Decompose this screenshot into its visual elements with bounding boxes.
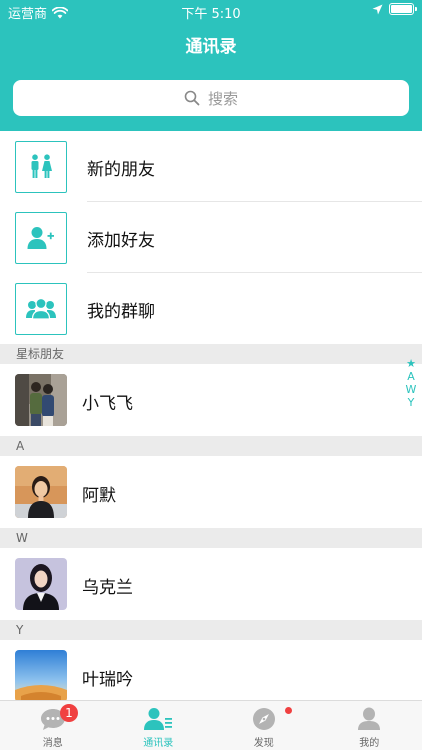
group-icon — [26, 298, 56, 320]
contact-row[interactable]: 小飞飞 — [0, 364, 422, 436]
person-icon — [358, 707, 381, 730]
new-friends-icon-box — [15, 141, 67, 193]
search-placeholder: 搜索 — [207, 89, 238, 108]
search-icon — [184, 90, 200, 106]
avatar — [15, 558, 67, 610]
contact-row[interactable]: 乌克兰 — [0, 548, 422, 620]
contact-name: 阿默 — [82, 486, 116, 506]
compass-icon — [252, 708, 275, 730]
add-friend-row[interactable]: 添加好友 — [0, 202, 422, 273]
index-star[interactable]: ★ — [406, 357, 416, 370]
contacts-icon — [144, 708, 173, 730]
section-header-w: W — [0, 528, 422, 548]
contacts-list: 新的朋友 添加好友 我的群聊 星标朋友 小飞飞 A 阿默 W 乌克兰 Y 叶瑞吟 — [0, 131, 422, 712]
search-bar[interactable]: 搜索 — [13, 80, 409, 116]
page-title: 通讯录 — [185, 37, 237, 57]
tab-messages[interactable]: 1 消息 — [0, 701, 106, 750]
unread-badge: 1 — [60, 704, 78, 722]
contact-row[interactable]: 阿默 — [0, 456, 422, 528]
index-a[interactable]: A — [407, 370, 415, 383]
tab-contacts[interactable]: 通讯录 — [106, 701, 212, 750]
my-groups-row[interactable]: 我的群聊 — [0, 273, 422, 344]
avatar — [15, 466, 67, 518]
contact-name: 叶瑞吟 — [82, 670, 133, 690]
status-time: 下午 5:10 — [181, 7, 241, 22]
avatar — [15, 650, 67, 702]
tab-discover[interactable]: 发现 — [211, 701, 317, 750]
index-y[interactable]: Y — [408, 396, 415, 409]
new-friends-label: 新的朋友 — [87, 160, 155, 180]
add-friend-label: 添加好友 — [87, 231, 155, 251]
battery-icon — [389, 3, 417, 15]
status-bar: 运营商 下午 5:10 — [0, 0, 422, 22]
alphabet-index[interactable]: ★ A W Y — [404, 357, 418, 409]
my-groups-label: 我的群聊 — [87, 302, 155, 322]
tab-me-label: 我的 — [359, 738, 380, 749]
tab-contacts-label: 通讯录 — [143, 738, 174, 749]
add-person-icon — [27, 227, 54, 249]
tab-bar: 1 消息 通讯录 发现 我的 — [0, 700, 422, 750]
add-friend-icon-box — [15, 212, 67, 264]
section-header-starred: 星标朋友 — [0, 344, 422, 364]
avatar — [15, 374, 67, 426]
section-header-y: Y — [0, 620, 422, 640]
contact-name: 小飞飞 — [82, 394, 133, 414]
location-arrow-icon — [372, 4, 383, 14]
people-pair-icon — [31, 154, 52, 178]
contact-name: 乌克兰 — [82, 578, 133, 598]
new-dot-badge — [285, 707, 292, 714]
new-friends-row[interactable]: 新的朋友 — [0, 131, 422, 202]
my-groups-icon-box — [15, 283, 67, 335]
tab-messages-label: 消息 — [42, 738, 63, 749]
header-area: 运营商 下午 5:10 通讯录 搜索 — [0, 0, 422, 131]
section-header-a: A — [0, 436, 422, 456]
tab-discover-label: 发现 — [253, 738, 274, 749]
index-w[interactable]: W — [406, 383, 417, 396]
tab-me[interactable]: 我的 — [317, 701, 422, 750]
